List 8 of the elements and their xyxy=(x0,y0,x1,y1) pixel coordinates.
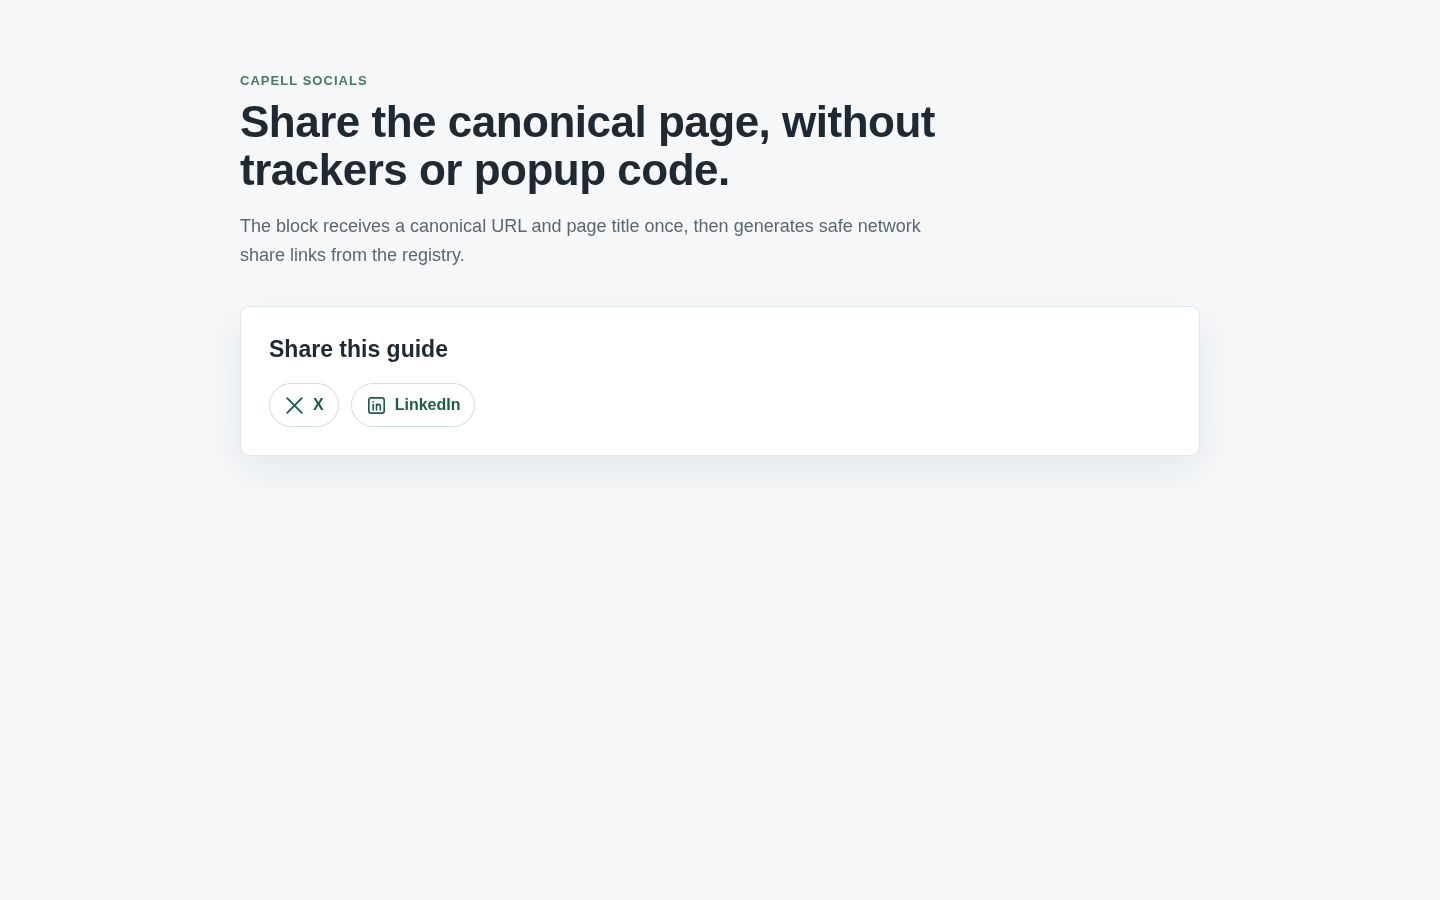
x-icon xyxy=(286,396,303,414)
eyebrow-label: CAPELL SOCIALS xyxy=(240,72,369,90)
share-link[interactable]: X xyxy=(269,383,339,427)
intro-paragraph: The block receives a canonical URL and page title once, then generates safe network share links from the registry. xyxy=(240,215,922,267)
page-heading: Share the canonical page, without trackers or popup code. xyxy=(240,98,936,194)
linkedin-icon xyxy=(367,396,385,414)
share-link[interactable]: LinkedIn xyxy=(350,383,476,427)
card-title: Share this guide xyxy=(269,335,449,364)
